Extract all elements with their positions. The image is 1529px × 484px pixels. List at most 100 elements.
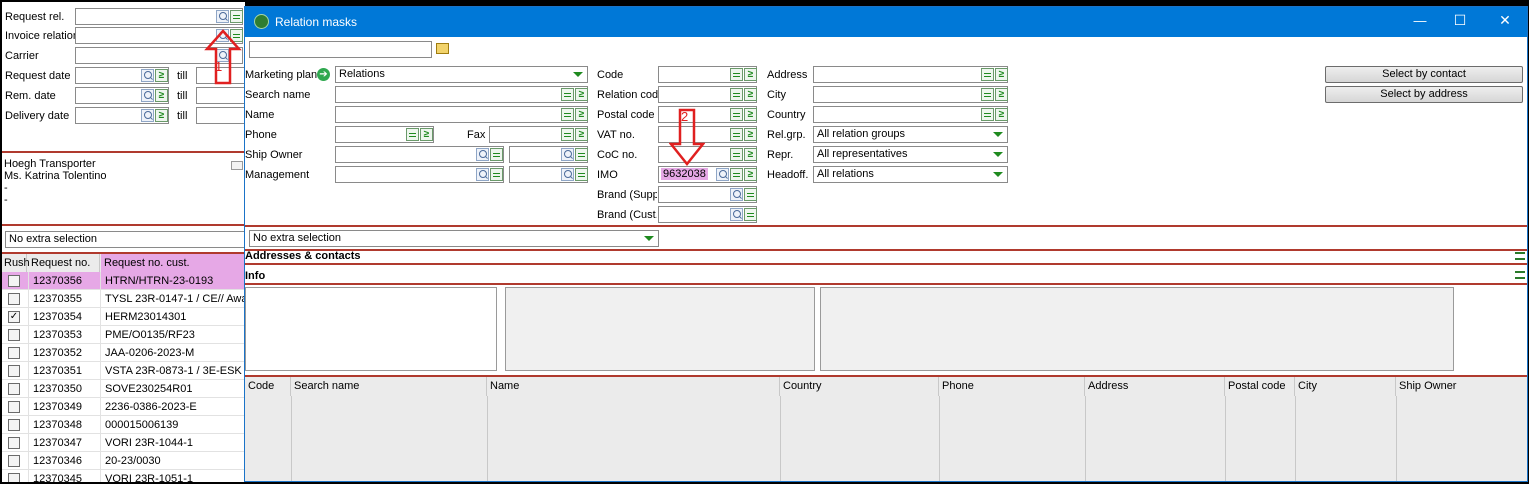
table-row[interactable]: ✓ 12370354 HERM23014301 [2,308,245,326]
greater-equal-icon[interactable]: ≥ [155,89,168,102]
equals-icon[interactable] [561,88,574,101]
rush-checkbox[interactable] [8,293,20,305]
rush-checkbox[interactable] [8,347,20,359]
maximize-icon[interactable]: ☐ [1445,12,1475,29]
equals-icon[interactable] [230,10,243,23]
equals-icon[interactable] [406,128,419,141]
search-icon[interactable] [476,168,489,181]
equals-icon[interactable] [730,128,743,141]
search-icon[interactable] [716,168,729,181]
table-row[interactable]: 12370347 VORI 23R-1044-1 [2,434,245,452]
search-icon[interactable] [561,148,574,161]
folder-search-icon[interactable] [436,43,449,54]
greater-equal-icon[interactable]: ≥ [575,108,588,121]
extra-selection-dropdown[interactable]: No extra selection [249,230,659,247]
collapse-icon[interactable] [1515,252,1525,260]
search-icon[interactable] [216,10,229,23]
rush-checkbox[interactable] [8,419,20,431]
column-header-request-no[interactable]: Request no. [28,254,100,272]
address-field[interactable] [813,66,1008,83]
column-header[interactable]: Phone [939,377,1085,396]
search-icon[interactable] [476,148,489,161]
greater-equal-icon[interactable]: ≥ [744,148,757,161]
column-header[interactable]: Name [487,377,780,396]
rush-checkbox[interactable] [8,473,20,482]
close-icon[interactable]: ✕ [1490,12,1520,29]
equals-icon[interactable] [561,108,574,121]
select-by-contact-button[interactable]: Select by contact [1325,66,1523,83]
table-row[interactable]: 12370345 VORI 23R-1051-1 [2,470,245,482]
column-header-rush[interactable]: Rush [3,254,30,272]
greater-equal-icon[interactable]: ≥ [744,108,757,121]
delivery-date-till-field[interactable] [196,107,245,124]
equals-icon[interactable] [744,208,757,221]
equals-icon[interactable] [730,108,743,121]
note-icon[interactable] [231,161,243,170]
table-row[interactable]: 12370349 2236-0386-2023-E [2,398,245,416]
greater-equal-icon[interactable]: ≥ [155,69,168,82]
relation-group-dropdown[interactable]: All relation groups [813,126,1008,143]
table-row[interactable]: 12370350 SOVE230254R01 [2,380,245,398]
search-icon[interactable] [141,89,154,102]
search-icon[interactable] [730,208,743,221]
rush-checkbox[interactable] [8,401,20,413]
search-icon[interactable] [141,109,154,122]
marketing-plan-dropdown[interactable]: Relations [335,66,588,83]
info-panel-notes[interactable] [820,287,1454,371]
select-by-address-button[interactable]: Select by address [1325,86,1523,103]
search-icon[interactable] [561,168,574,181]
extra-selection-dropdown[interactable]: No extra selection [5,231,245,248]
info-panel-general[interactable] [245,287,497,371]
equals-icon[interactable] [981,68,994,81]
equals-icon[interactable] [575,148,588,161]
table-row[interactable]: 12370352 JAA-0206-2023-M [2,344,245,362]
greater-equal-icon[interactable]: ≥ [420,128,433,141]
greater-equal-icon[interactable]: ≥ [744,68,757,81]
table-row[interactable]: 12370355 TYSL 23R-0147-1 / CE// Awa [2,290,245,308]
addresses-contacts-header[interactable]: Addresses & contacts [245,250,361,262]
rush-checkbox[interactable] [8,329,20,341]
rem-date-till-field[interactable] [196,87,245,104]
equals-icon[interactable] [730,168,743,181]
rush-checkbox[interactable]: ✓ [8,311,20,323]
table-row[interactable]: 12370346 20-23/0030 [2,452,245,470]
quick-search-input[interactable] [249,41,432,58]
column-header[interactable]: City [1295,377,1396,396]
greater-equal-icon[interactable]: ≥ [744,168,757,181]
equals-icon[interactable] [981,108,994,121]
equals-icon[interactable] [490,148,503,161]
rush-checkbox[interactable] [8,437,20,449]
country-field[interactable] [813,106,1008,123]
greater-equal-icon[interactable]: ≥ [995,108,1008,121]
column-header-request-no-cust[interactable]: Request no. cust. [101,254,245,272]
column-header[interactable]: Ship Owner [1396,377,1527,396]
table-row[interactable]: 12370353 PME/O0135/RF23 [2,326,245,344]
column-header[interactable]: Postal code [1225,377,1295,396]
results-grid[interactable]: Code Search name Name Country Phone Address Po… [245,377,1527,481]
greater-equal-icon[interactable]: ≥ [995,88,1008,101]
column-header[interactable]: Search name [291,377,487,396]
table-row[interactable]: 12370348 000015006139 [2,416,245,434]
equals-icon[interactable] [561,128,574,141]
equals-icon[interactable] [730,88,743,101]
representative-dropdown[interactable]: All representatives [813,146,1008,163]
equals-icon[interactable] [730,148,743,161]
info-header[interactable]: Info [245,270,265,282]
name-field[interactable] [335,106,588,123]
greater-equal-icon[interactable]: ≥ [575,128,588,141]
rush-checkbox[interactable] [8,383,20,395]
equals-icon[interactable] [490,168,503,181]
table-row[interactable]: 12370356 HTRN/HTRN-23-0193 [2,272,245,290]
collapse-icon[interactable] [1515,271,1525,279]
greater-equal-icon[interactable]: ≥ [744,88,757,101]
search-icon[interactable] [730,188,743,201]
equals-icon[interactable] [981,88,994,101]
go-arrow-icon[interactable]: ➔ [317,68,330,81]
equals-icon[interactable] [744,188,757,201]
minimize-icon[interactable]: — [1405,13,1435,28]
search-name-field[interactable] [335,86,588,103]
equals-icon[interactable] [730,68,743,81]
column-header[interactable]: Address [1085,377,1225,396]
city-field[interactable] [813,86,1008,103]
search-icon[interactable] [141,69,154,82]
